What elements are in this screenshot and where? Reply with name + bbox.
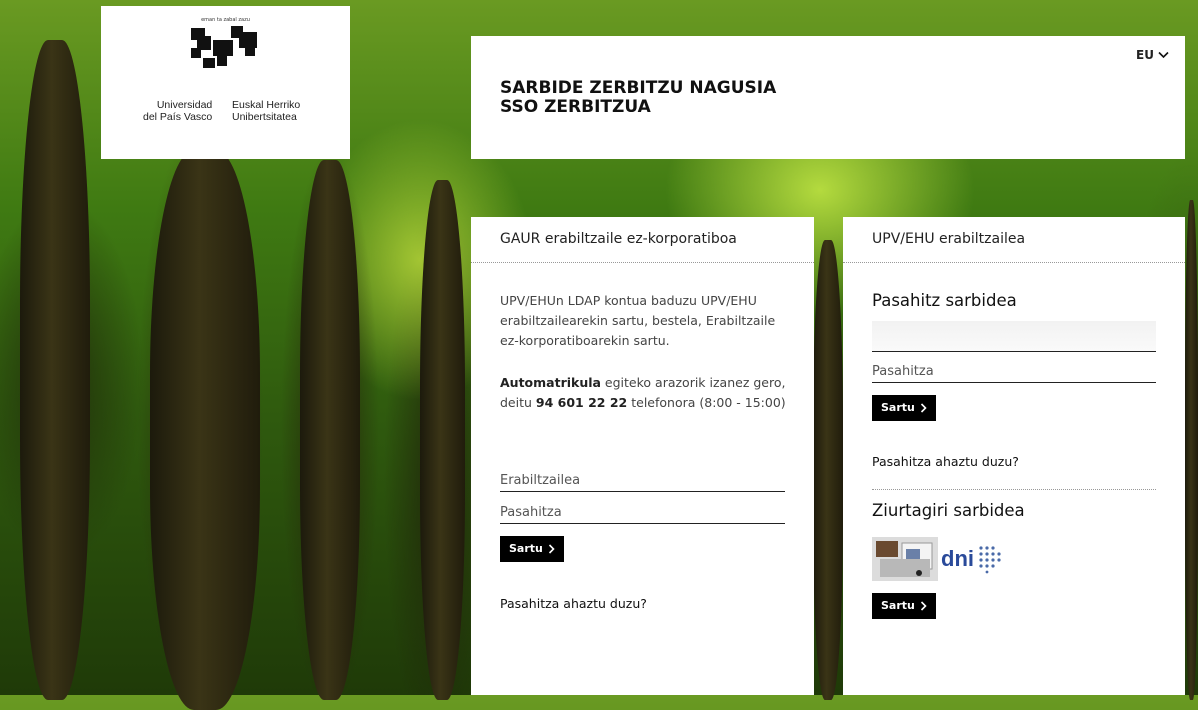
password-field[interactable]: Pasahitza [872,364,1156,383]
logo-name-eu: Euskal Herriko Unibertsitatea [232,99,300,123]
logo-name-es-line1: Universidad [156,99,213,111]
page-title: SARBIDE ZERBITZU NAGUSIA SSO ZERBITZUA [500,79,776,117]
logo-name-eu-line2: Unibertsitatea [232,111,297,123]
certificate-section-title: Ziurtagiri sarbidea [872,501,1025,520]
chevron-right-icon [920,601,927,611]
submit-label: Sartu [881,599,915,612]
chevron-down-icon [1158,51,1169,59]
forgot-password-link[interactable]: Pasahitza ahaztu duzu? [872,454,1019,469]
language-selector[interactable]: EU [1136,48,1169,62]
tree-trunk [300,160,360,700]
certificate-logos: dni [872,537,1003,581]
automatricula-label: Automatrikula [500,375,601,390]
forgot-password-link[interactable]: Pasahitza ahaztu duzu? [500,596,647,611]
university-logo[interactable]: eman ta zabal zazu Universidad del País … [101,6,350,159]
tree-trunk [20,40,90,700]
smart-card-reader-icon [872,537,938,581]
page-header: EU SARBIDE ZERBITZU NAGUSIA SSO ZERBITZU… [471,36,1185,159]
tree-trunk [420,180,465,700]
language-label: EU [1136,48,1154,62]
panel-heading: GAUR erabiltzaile ez-korporatiboa [471,217,814,263]
username-input[interactable] [872,321,1156,352]
logo-name-es: Universidad del País Vasco [143,99,212,123]
password-section-title: Pasahitz sarbidea [872,291,1017,310]
page-title-line1: SARBIDE ZERBITZU NAGUSIA [500,78,777,98]
phone-number: 94 601 22 22 [535,395,628,410]
submit-label: Sartu [881,401,915,414]
logo-name-eu-line1: Euskal Herriko [232,99,301,111]
automatricula-info: Automatrikula egiteko arazorik izanez ge… [500,373,790,413]
chevron-right-icon [548,544,555,554]
chevron-right-icon [920,403,927,413]
submit-button[interactable]: Sartu [500,536,564,562]
tree-trunk [813,240,843,700]
phone-hours: telefonora (8:00 - 15:00) [627,395,786,410]
submit-label: Sartu [509,542,543,555]
page-title-line2: SSO ZERBITZUA [500,97,651,117]
non-corporate-login-panel: GAUR erabiltzaile ez-korporatiboa UPV/EH… [471,217,814,695]
university-emblem-icon [191,26,257,68]
username-field[interactable]: Erabiltzailea [500,473,785,492]
dni-chip-icon [979,546,1001,574]
section-divider [872,489,1156,490]
tree-trunk [1185,200,1198,700]
logo-name-es-line2: del País Vasco [143,111,213,123]
submit-button[interactable]: Sartu [872,395,936,421]
dni-logo: dni [941,546,974,571]
login-info-text: UPV/EHUn LDAP kontua baduzu UPV/EHU erab… [500,293,776,348]
panel-heading: UPV/EHU erabiltzailea [843,217,1185,263]
tree-trunk [150,150,260,710]
certificate-submit-button[interactable]: Sartu [872,593,936,619]
upv-ehu-login-panel: UPV/EHU erabiltzailea Pasahitz sarbidea … [843,217,1185,695]
password-field[interactable]: Pasahitza [500,505,785,524]
